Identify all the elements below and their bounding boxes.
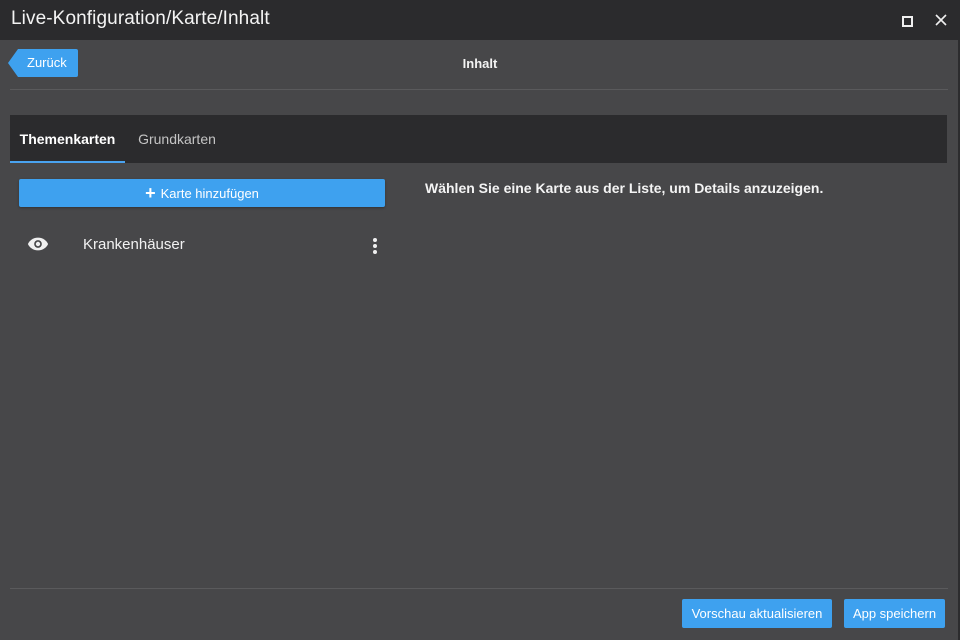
close-icon [935,14,947,26]
close-button[interactable] [931,10,951,30]
more-vertical-icon[interactable] [367,236,383,256]
list-item-label: Krankenhäuser [83,236,185,253]
maximize-button[interactable] [897,10,917,30]
window-title: Live-Konfiguration/Karte/Inhalt [11,8,270,29]
list-item[interactable]: Krankenhäuser [19,226,385,264]
tab-themenkarten[interactable]: Themenkarten [10,115,125,163]
maximize-icon [902,16,913,27]
header-divider [10,89,948,90]
plus-icon: + [145,183,156,203]
details-hint: Wählen Sie eine Karte aus der Liste, um … [425,180,824,196]
tab-bar: Themenkarten Grundkarten [10,115,947,163]
config-window: Live-Konfiguration/Karte/Inhalt Zurück I… [0,0,960,640]
preview-button[interactable]: Vorschau aktualisieren [682,599,832,628]
title-bar: Live-Konfiguration/Karte/Inhalt [0,0,960,40]
page-title: Inhalt [462,56,498,71]
eye-icon[interactable] [27,235,49,253]
footer-divider [10,588,948,589]
save-app-button[interactable]: App speichern [844,599,945,628]
tab-grundkarten[interactable]: Grundkarten [126,115,228,163]
add-map-button[interactable]: + Karte hinzufügen [19,179,385,207]
add-map-label: Karte hinzufügen [160,185,259,201]
